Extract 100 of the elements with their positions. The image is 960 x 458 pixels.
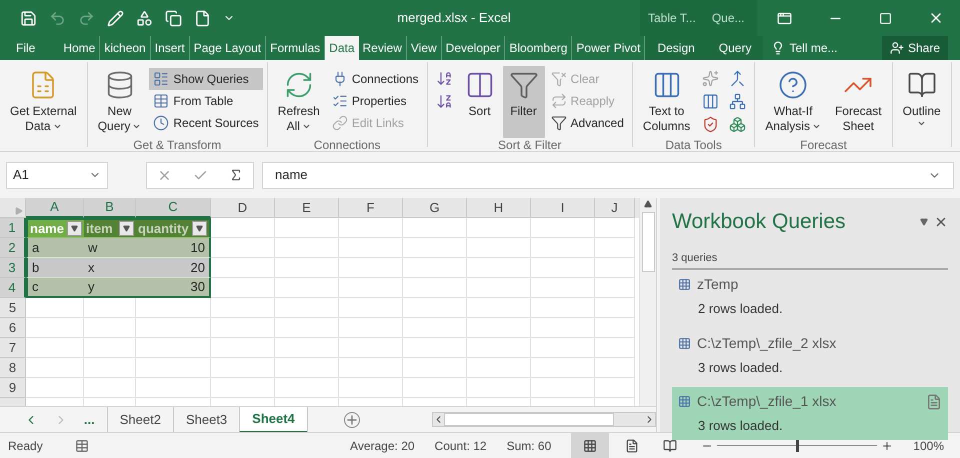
- grid-cell[interactable]: [339, 258, 403, 278]
- grid-cell[interactable]: [467, 258, 531, 278]
- grid-cell[interactable]: [211, 298, 275, 318]
- horizontal-scrollbar[interactable]: [432, 412, 656, 427]
- zoom-slider-thumb[interactable]: [796, 440, 800, 452]
- grid-cell[interactable]: [595, 378, 635, 398]
- ribbon-button[interactable]: Properties: [328, 90, 423, 112]
- ribbon-button[interactable]: Recent Sources: [149, 112, 263, 134]
- grid-cell[interactable]: [595, 338, 635, 358]
- column-header[interactable]: E: [275, 198, 339, 218]
- shapes-icon[interactable]: [136, 10, 153, 26]
- ribbon-button[interactable]: Text to Columns: [636, 66, 696, 138]
- ribbon-button[interactable]: Get External Data: [4, 66, 83, 138]
- network-icon[interactable]: [729, 93, 746, 110]
- grid-cell[interactable]: [403, 318, 467, 338]
- ribbon-tab[interactable]: Data: [325, 36, 359, 60]
- row-header[interactable]: 4: [0, 278, 26, 298]
- grid-cell[interactable]: [403, 238, 467, 258]
- add-sheet-icon[interactable]: [344, 412, 360, 428]
- grid-cell[interactable]: [531, 278, 595, 298]
- ribbon-button[interactable]: New Query: [92, 66, 148, 138]
- grid-cell[interactable]: [275, 238, 339, 258]
- sort-ascending-icon[interactable]: [436, 70, 453, 87]
- grid-cell[interactable]: [467, 278, 531, 298]
- row-header[interactable]: 5: [0, 298, 26, 318]
- normal-view-button[interactable]: [571, 432, 610, 458]
- grid-cell[interactable]: [531, 358, 595, 378]
- grid-cell[interactable]: [211, 378, 275, 398]
- scrollbar-thumb[interactable]: [642, 212, 654, 272]
- grid-cell[interactable]: [26, 298, 84, 318]
- ribbon-button[interactable]: Refresh All: [272, 66, 326, 138]
- ribbon-button[interactable]: Filter: [502, 66, 545, 138]
- grid-cell[interactable]: [595, 318, 635, 338]
- filter-dropdown-button[interactable]: [119, 221, 134, 236]
- column-header[interactable]: D: [211, 198, 275, 218]
- grid-cell[interactable]: [84, 318, 136, 338]
- grid-cell[interactable]: [403, 298, 467, 318]
- grid-cell[interactable]: [275, 378, 339, 398]
- ribbon-button[interactable]: Show Queries: [149, 68, 263, 90]
- grid-cell[interactable]: [84, 358, 136, 378]
- grid-cell[interactable]: [595, 278, 635, 298]
- row-header[interactable]: 3: [0, 258, 26, 278]
- ribbon-button[interactable]: From Table: [149, 90, 263, 112]
- grid-cell[interactable]: [403, 338, 467, 358]
- more-sheets-button[interactable]: ...: [84, 410, 95, 430]
- ribbon-button[interactable]: Forecast Sheet: [828, 66, 888, 138]
- grid-cell[interactable]: [467, 218, 531, 238]
- filter-dropdown-button[interactable]: [67, 221, 82, 236]
- sort-descending-icon[interactable]: [436, 93, 453, 110]
- grid-cell[interactable]: [275, 298, 339, 318]
- grid-cell[interactable]: [136, 318, 211, 338]
- grid-cell[interactable]: [339, 298, 403, 318]
- grid-cell[interactable]: [275, 338, 339, 358]
- ribbon-tab[interactable]: Design: [645, 36, 707, 60]
- grid-cell[interactable]: [26, 358, 84, 378]
- grid-cell[interactable]: [531, 218, 595, 238]
- column-header[interactable]: A: [26, 198, 84, 218]
- query-item[interactable]: zTemp 2 rows loaded.: [672, 270, 948, 322]
- grid-cell[interactable]: [275, 258, 339, 278]
- scroll-up-icon[interactable]: [644, 200, 652, 208]
- grid-cell[interactable]: [275, 318, 339, 338]
- ribbon-button[interactable]: Sort: [458, 66, 501, 138]
- row-header[interactable]: 2: [0, 238, 26, 258]
- grid-cell[interactable]: [275, 218, 339, 238]
- scrollbar-thumb[interactable]: [444, 413, 614, 426]
- ribbon-display-icon[interactable]: [777, 10, 792, 26]
- row-header[interactable]: 9: [0, 378, 26, 398]
- grid-cell[interactable]: [136, 298, 211, 318]
- grid-cell[interactable]: [531, 258, 595, 278]
- grid-cell[interactable]: [136, 338, 211, 358]
- grid-cell[interactable]: [595, 298, 635, 318]
- undo-icon[interactable]: [49, 10, 66, 26]
- formula-field[interactable]: name: [262, 162, 954, 188]
- new-file-icon[interactable]: [194, 10, 211, 26]
- row-header[interactable]: 1: [0, 218, 26, 238]
- grid-cell[interactable]: [339, 358, 403, 378]
- row-header[interactable]: 8: [0, 358, 26, 378]
- ribbon-button[interactable]: Advanced: [546, 112, 628, 134]
- grid-cell[interactable]: [403, 258, 467, 278]
- grid-cell[interactable]: [467, 318, 531, 338]
- row-header[interactable]: 6: [0, 318, 26, 338]
- redo-icon[interactable]: [78, 10, 95, 26]
- tell-me-field[interactable]: Tell me...: [789, 39, 838, 57]
- grid-cell[interactable]: [339, 238, 403, 258]
- grid-cell[interactable]: [84, 338, 136, 358]
- ribbon-button[interactable]: Outline: [896, 66, 947, 138]
- ribbon-button[interactable]: What-If Analysis: [759, 66, 827, 138]
- column-header[interactable]: G: [403, 198, 467, 218]
- grid-cell[interactable]: [275, 358, 339, 378]
- grid-cell[interactable]: [211, 318, 275, 338]
- ribbon-tab[interactable]: Query: [706, 36, 764, 60]
- grid-cell[interactable]: [211, 238, 275, 258]
- grid-cell[interactable]: [531, 378, 595, 398]
- grid-cell[interactable]: [595, 358, 635, 378]
- grid-cell[interactable]: [26, 338, 84, 358]
- filter-dropdown-button[interactable]: [192, 221, 207, 236]
- merge-icon[interactable]: [729, 70, 746, 87]
- shield-check-icon[interactable]: [702, 116, 720, 133]
- query-item[interactable]: C:\zTemp\_zfile_2 xlsx 3 rows loaded.: [672, 328, 948, 381]
- share-button[interactable]: Share: [882, 36, 948, 60]
